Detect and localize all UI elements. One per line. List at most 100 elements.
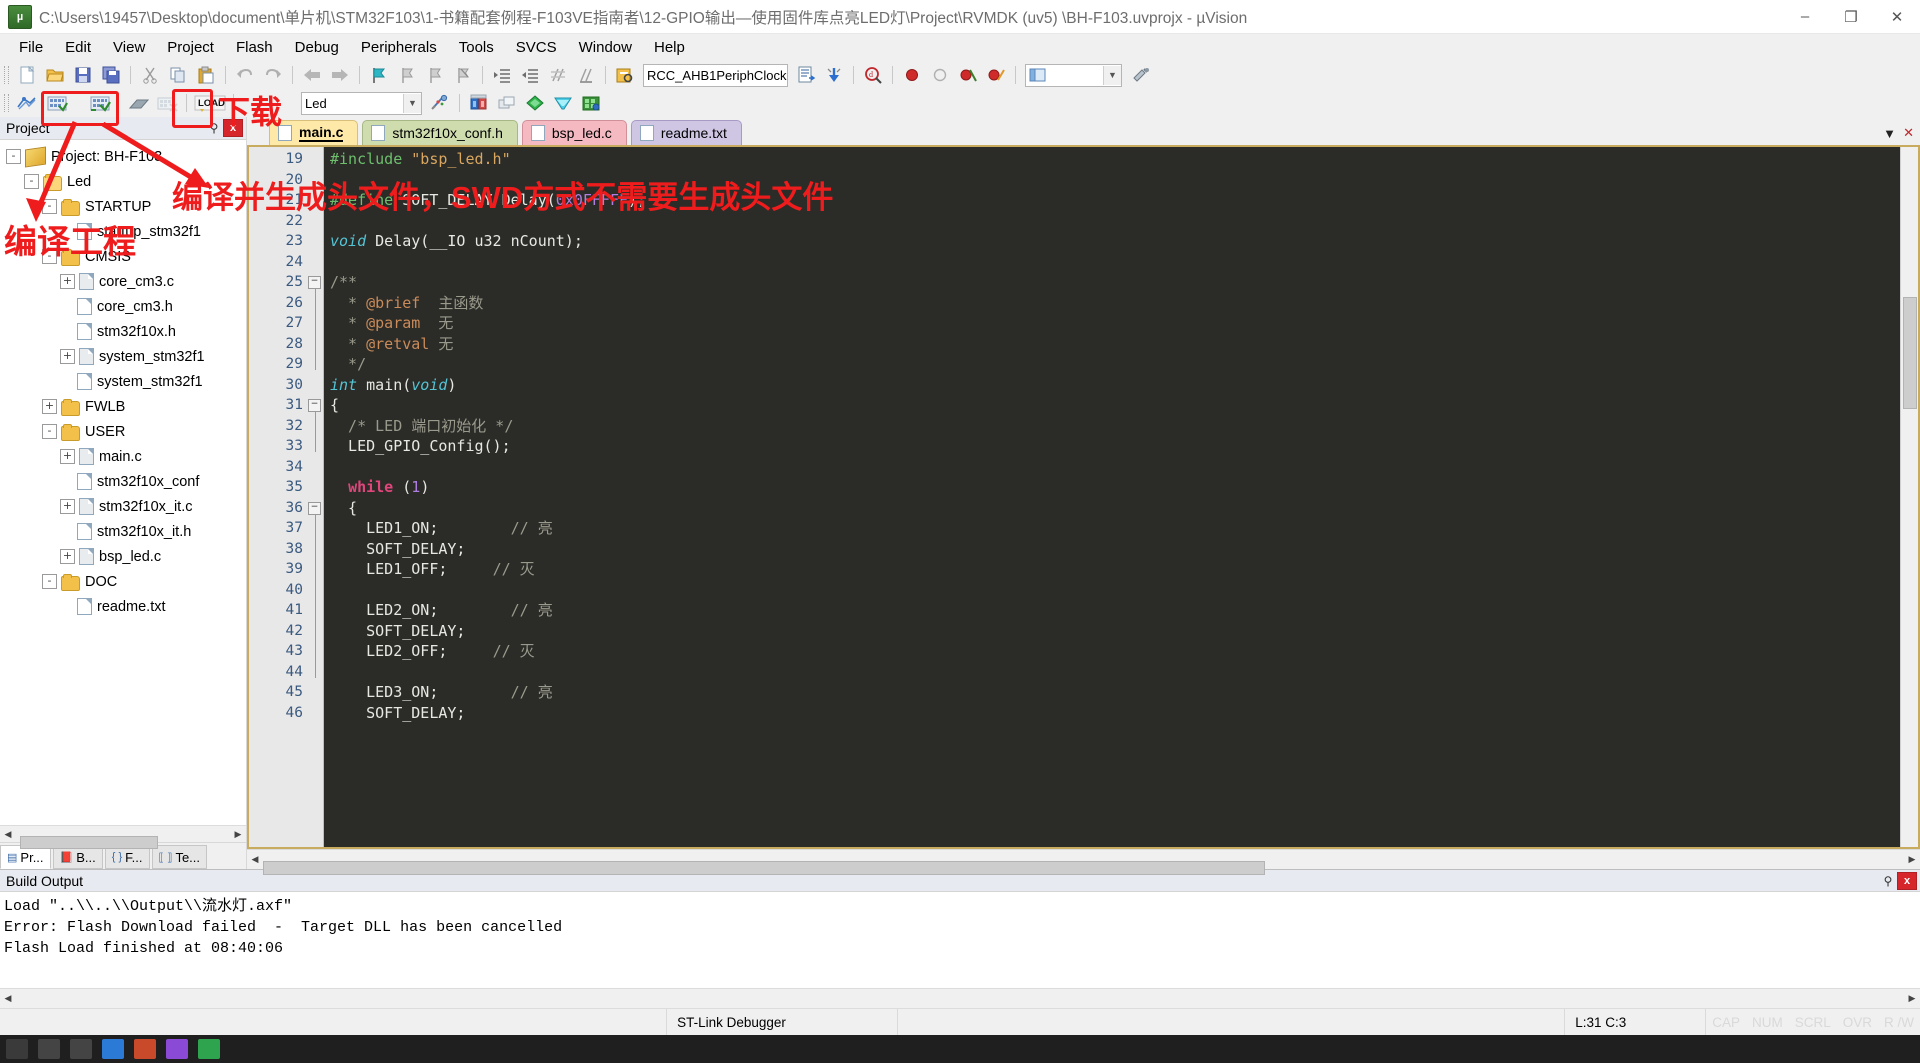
menu-item-help[interactable]: Help bbox=[643, 35, 696, 60]
editor-vscrollbar[interactable] bbox=[1900, 147, 1918, 847]
project-tree[interactable]: - Project: BH-F103- Led - STARTUP startup_stm… bbox=[0, 140, 246, 825]
menu-item-edit[interactable]: Edit bbox=[54, 35, 102, 60]
paste-icon[interactable] bbox=[193, 63, 219, 87]
build-output-hscrollbar[interactable]: ◀ ▶ bbox=[0, 988, 1920, 1008]
tree-node[interactable]: + bsp_led.c bbox=[0, 544, 246, 569]
code-editor[interactable]: 19 20 21 22 23 24 25 26 27 28 29 30 31 32 33 34 35 36 37 38… bbox=[247, 145, 1920, 849]
editor-tab-main-c[interactable]: main.c bbox=[269, 120, 359, 145]
close-icon[interactable]: x bbox=[223, 119, 243, 137]
menu-item-view[interactable]: View bbox=[102, 35, 156, 60]
pin-icon[interactable]: ⚲ bbox=[1879, 872, 1897, 890]
menu-item-peripherals[interactable]: Peripherals bbox=[350, 35, 448, 60]
editor-tab-bsp-led-c[interactable]: bsp_led.c bbox=[521, 120, 627, 145]
chevron-down-icon[interactable]: ▼ bbox=[403, 93, 421, 113]
undo-icon[interactable] bbox=[232, 63, 258, 87]
open-file-icon[interactable] bbox=[42, 63, 68, 87]
menu-item-flash[interactable]: Flash bbox=[225, 35, 284, 60]
breakpoint-disable-icon[interactable] bbox=[927, 63, 953, 87]
start-icon[interactable] bbox=[6, 1039, 28, 1059]
symbol-search-combo[interactable]: RCC_AHB1PeriphClockCn ▼ bbox=[643, 63, 788, 87]
tree-expander[interactable]: - bbox=[42, 574, 57, 589]
taskview-icon[interactable] bbox=[70, 1039, 92, 1059]
download-to-flash-icon[interactable]: LOAD bbox=[193, 91, 227, 115]
search-icon[interactable] bbox=[38, 1039, 60, 1059]
tree-node[interactable]: + core_cm3.c bbox=[0, 269, 246, 294]
tree-node[interactable]: - USER bbox=[0, 419, 246, 444]
tree-node[interactable]: + FWLB bbox=[0, 394, 246, 419]
find-in-files-icon[interactable] bbox=[612, 63, 638, 87]
build-target-icon[interactable] bbox=[44, 91, 70, 115]
tree-node[interactable]: - Project: BH-F103 bbox=[0, 144, 246, 169]
uncomment-icon[interactable] bbox=[573, 63, 599, 87]
batch-build-icon[interactable] bbox=[126, 91, 152, 115]
tree-node[interactable]: startup_stm32f1 bbox=[0, 219, 246, 244]
tree-expander[interactable]: - bbox=[42, 199, 57, 214]
tree-node[interactable]: readme.txt bbox=[0, 594, 246, 619]
tree-expander[interactable]: + bbox=[60, 349, 75, 364]
insert-file-icon[interactable] bbox=[793, 63, 819, 87]
tree-node[interactable]: system_stm32f1 bbox=[0, 369, 246, 394]
scroll-thumb[interactable] bbox=[263, 860, 1265, 875]
tree-expander[interactable]: + bbox=[60, 549, 75, 564]
comment-icon[interactable] bbox=[545, 63, 571, 87]
debug-jump-icon[interactable] bbox=[821, 63, 847, 87]
tree-node[interactable]: + system_stm32f1 bbox=[0, 344, 246, 369]
tree-node[interactable]: - STARTUP bbox=[0, 194, 246, 219]
build-output-text[interactable]: Load "..\\..\\Output\\流水灯.axf" Error: Fla… bbox=[0, 892, 1920, 988]
tree-expander[interactable]: + bbox=[42, 399, 57, 414]
tree-node[interactable]: - DOC bbox=[0, 569, 246, 594]
manage-multi-project-icon[interactable] bbox=[494, 91, 520, 115]
scroll-right-icon[interactable]: ▶ bbox=[230, 826, 246, 842]
navigate-back-icon[interactable] bbox=[299, 63, 325, 87]
app-icon-3[interactable] bbox=[166, 1039, 188, 1059]
app-icon-4[interactable] bbox=[198, 1039, 220, 1059]
fold-column[interactable]: − − − bbox=[308, 147, 324, 847]
save-icon[interactable] bbox=[70, 63, 96, 87]
menu-item-file[interactable]: File bbox=[8, 35, 54, 60]
toolbar-grip[interactable] bbox=[4, 94, 9, 112]
tree-node[interactable]: - Led bbox=[0, 169, 246, 194]
translate-file-icon[interactable] bbox=[14, 91, 40, 115]
configuration-wizard-icon[interactable] bbox=[1128, 63, 1154, 87]
app-icon-2[interactable] bbox=[134, 1039, 156, 1059]
tab-list-chevron-icon[interactable]: ▼ bbox=[1883, 126, 1896, 141]
menu-item-debug[interactable]: Debug bbox=[284, 35, 350, 60]
close-icon[interactable]: x bbox=[1897, 871, 1917, 890]
scroll-left-icon[interactable]: ◀ bbox=[0, 991, 16, 1006]
find-icon[interactable]: d bbox=[860, 63, 886, 87]
tree-node[interactable]: + stm32f10x_it.c bbox=[0, 494, 246, 519]
tree-node[interactable]: core_cm3.h bbox=[0, 294, 246, 319]
rebuild-all-icon[interactable] bbox=[87, 91, 113, 115]
code-text[interactable]: #include "bsp_led.h" #define SOFT_DELAY … bbox=[324, 147, 1900, 847]
save-all-icon[interactable] bbox=[98, 63, 124, 87]
editor-tab-readme-txt[interactable]: readme.txt bbox=[630, 120, 742, 145]
new-file-icon[interactable] bbox=[14, 63, 40, 87]
breakpoint-disable-all-icon[interactable] bbox=[983, 63, 1009, 87]
menu-item-svcs[interactable]: SVCS bbox=[505, 35, 568, 60]
editor-tab-stm32f10x-conf-h[interactable]: stm32f10x_conf.h bbox=[362, 120, 518, 145]
toolbar-grip[interactable] bbox=[4, 66, 9, 84]
tree-expander[interactable]: - bbox=[24, 174, 39, 189]
window-layout-combo[interactable]: ▼ bbox=[1025, 63, 1122, 87]
tree-expander[interactable]: + bbox=[60, 274, 75, 289]
tree-node[interactable]: stm32f10x.h bbox=[0, 319, 246, 344]
copy-icon[interactable] bbox=[165, 63, 191, 87]
stop-build-icon[interactable] bbox=[154, 91, 180, 115]
target-select-combo[interactable]: Led ▼ bbox=[301, 91, 422, 115]
close-button[interactable]: ✕ bbox=[1874, 0, 1920, 33]
bookmark-next-icon[interactable] bbox=[422, 63, 448, 87]
editor-hscrollbar[interactable]: ◀ ▶ bbox=[247, 849, 1920, 875]
tree-node[interactable]: stm32f10x_it.h bbox=[0, 519, 246, 544]
tree-expander[interactable]: - bbox=[42, 249, 57, 264]
components-packs-icon[interactable] bbox=[522, 91, 548, 115]
tree-expander[interactable]: + bbox=[60, 499, 75, 514]
close-document-icon[interactable]: ✕ bbox=[1903, 125, 1914, 141]
scroll-thumb[interactable] bbox=[1903, 297, 1917, 409]
indent-icon[interactable] bbox=[489, 63, 515, 87]
tree-expander[interactable]: - bbox=[6, 149, 21, 164]
scroll-left-icon[interactable]: ◀ bbox=[247, 852, 263, 867]
menu-item-tools[interactable]: Tools bbox=[448, 35, 505, 60]
target-options-icon[interactable] bbox=[427, 91, 453, 115]
outdent-icon[interactable] bbox=[517, 63, 543, 87]
project-tab-3[interactable]: ⟦ ⟧ Te... bbox=[151, 845, 208, 869]
